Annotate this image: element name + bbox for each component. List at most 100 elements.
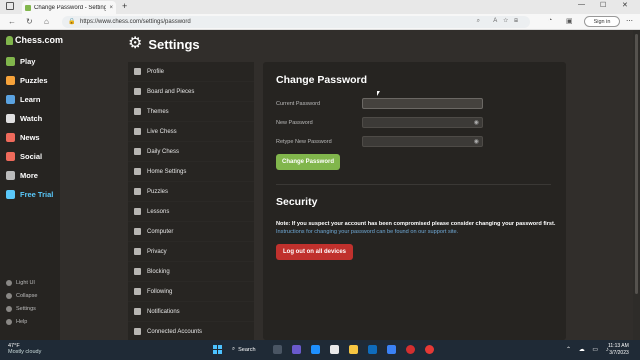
page-scrollbar[interactable] [633,30,640,340]
logout-all-devices-button[interactable]: Log out on all devices [276,244,353,260]
chess-logo[interactable]: Chess.com [6,35,63,45]
security-note-text: Note: If you suspect your account has be… [276,221,556,227]
settings-item-label: Profile [147,68,165,75]
search-icon: ⌕ [232,346,236,352]
settings-item-label: Following [147,288,173,295]
learn-icon [6,95,15,104]
news-icon [6,133,15,142]
nav-item-play[interactable]: Play [6,57,35,66]
collections-icon[interactable]: ▣ [566,17,573,25]
settings-item-home-settings[interactable]: Home Settings [128,162,254,182]
sign-in-button[interactable]: Sign in [584,16,620,27]
blocking-icon [134,268,141,275]
address-tools-icon[interactable]: ⌕ A☆⊞ [477,18,524,25]
close-tab-icon[interactable]: × [109,5,113,11]
current-password-field[interactable] [362,98,483,109]
address-bar[interactable]: 🔒 https://www.chess.com/settings/passwor… [62,16,530,28]
nav-item-learn[interactable]: Learn [6,95,40,104]
eye-icon[interactable]: ◉ [474,138,479,145]
clock-time: 11:13 AM [608,343,629,349]
settings-item-computer[interactable]: Computer [128,222,254,242]
nav-item-watch[interactable]: Watch [6,114,42,123]
scrollbar-thumb[interactable] [635,34,638,294]
back-icon[interactable]: ← [8,17,16,26]
home-icon[interactable]: ⌂ [44,17,49,26]
browser-tab-strip: Change Password - Settings - Ch × + — ☐ … [0,0,640,14]
gear-icon [6,306,12,312]
current-password-label: Current Password [276,101,321,107]
task-view-icon[interactable] [273,345,282,354]
nav-item-more[interactable]: More [6,171,38,180]
settings-item-following[interactable]: Following [128,282,254,302]
windows-taskbar: 47°F Mostly cloudy ⌕ Search ⌃ ☁ ▭ ♪ 11:1… [0,340,640,360]
teams-icon[interactable] [292,345,301,354]
puzzles-icon [6,76,15,85]
change-password-button[interactable]: Change Password [276,154,340,170]
settings-item-label: Themes [147,108,169,115]
nav-item-label: More [20,171,38,180]
settings-item-blocking[interactable]: Blocking [128,262,254,282]
tab-actions-icon[interactable] [6,2,14,10]
settings-item-label: Notifications [147,308,180,315]
system-tray-icon[interactable]: ⌃ ☁ ▭ ♪ [566,346,612,353]
maximize-icon[interactable]: ☐ [600,1,606,9]
board-and-pieces-icon [134,88,141,95]
support-link[interactable]: Instructions for changing your password … [276,229,458,235]
settings-item-notifications[interactable]: Notifications [128,302,254,322]
taskbar-search[interactable]: ⌕ Search [232,346,256,353]
settings-item-lessons[interactable]: Lessons [128,202,254,222]
nav-footer-collapse[interactable]: Collapse [6,293,37,299]
nav-footer-help[interactable]: Help [6,319,27,325]
settings-item-privacy[interactable]: Privacy [128,242,254,262]
computer-icon [134,228,141,235]
taskbar-search-label: Search [238,346,256,353]
settings-item-connected-accounts[interactable]: Connected Accounts [128,322,254,342]
nav-footer-label: Settings [16,306,36,312]
mail-icon[interactable] [368,345,377,354]
nav-item-free-trial[interactable]: Free Trial [6,190,53,199]
daily-chess-icon [134,148,141,155]
nav-item-puzzles[interactable]: Puzzles [6,76,48,85]
sign-in-label: Sign in [593,18,611,25]
chrome-icon[interactable] [330,345,339,354]
weather-widget[interactable]: 47°F Mostly cloudy [8,343,41,355]
mouse-cursor-icon [377,91,380,96]
security-title: Security [276,196,318,208]
nav-item-label: News [20,133,40,142]
settings-item-board-and-pieces[interactable]: Board and Pieces [128,82,254,102]
settings-item-profile[interactable]: Profile [128,62,254,82]
refresh-icon[interactable]: ↻ [26,17,33,26]
settings-item-puzzles[interactable]: Puzzles [128,182,254,202]
clock-date: 3/7/2023 [609,350,629,356]
opera-icon[interactable] [406,345,415,354]
nav-item-label: Watch [20,114,43,123]
eye-icon[interactable]: ◉ [474,119,479,126]
settings-item-label: Lessons [147,208,170,215]
nav-item-label: Learn [20,95,41,104]
minimize-icon[interactable]: — [578,1,585,8]
file-explorer-icon[interactable] [349,345,358,354]
retype-password-field[interactable]: ◉ [362,136,483,147]
nav-footer-settings[interactable]: Settings [6,306,36,312]
logo-text: Chess.com [15,35,64,45]
new-tab-button[interactable]: + [122,1,127,11]
nav-item-social[interactable]: Social [6,152,42,161]
new-password-field[interactable]: ◉ [362,117,483,128]
system-clock[interactable]: 11:13 AM 3/7/2023 [608,343,629,357]
browser-tab[interactable]: Change Password - Settings - Ch × [22,1,116,14]
settings-item-label: Privacy [147,248,167,255]
browser-menu-icon[interactable]: ⋯ [626,17,633,25]
store-icon[interactable] [387,345,396,354]
nav-footer-light-ui[interactable]: Light UI [6,280,35,286]
nav-item-label: Free Trial [20,190,54,199]
free-trial-icon [6,190,15,199]
refresh-extension-icon[interactable]: ◔ [548,17,552,24]
nav-item-news[interactable]: News [6,133,40,142]
close-window-icon[interactable]: ✕ [622,1,628,9]
settings-item-live-chess[interactable]: Live Chess [128,122,254,142]
settings-item-themes[interactable]: Themes [128,102,254,122]
opera-gx-icon[interactable] [425,345,434,354]
windows-start-icon[interactable] [213,345,222,354]
settings-item-daily-chess[interactable]: Daily Chess [128,142,254,162]
edge-icon[interactable] [311,345,320,354]
